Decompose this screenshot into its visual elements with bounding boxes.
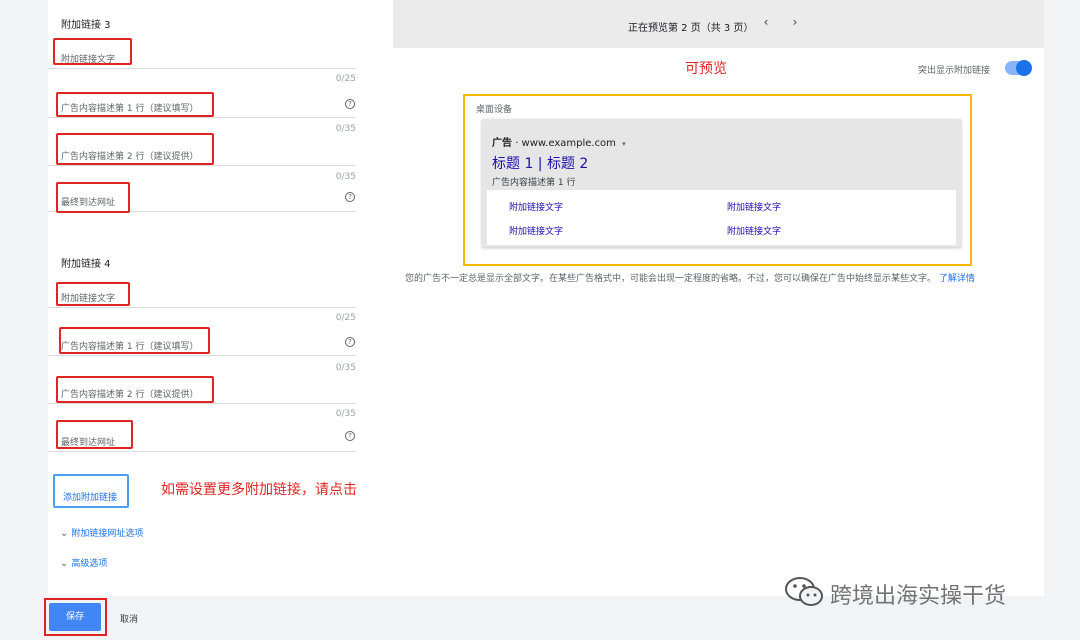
ad-display-url: · www.example.com xyxy=(515,138,616,149)
annotation-box xyxy=(56,133,214,165)
annotation-box xyxy=(56,92,214,117)
help-icon[interactable]: ? xyxy=(345,192,355,202)
sitelink3-text-counter: 0/25 xyxy=(335,74,356,84)
sitelink3-title: 附加链接 3 xyxy=(61,20,111,31)
watermark-text: 跨境出海实操干货 xyxy=(830,584,1007,609)
chevron-down-icon: ⌄ xyxy=(60,558,69,569)
annotation-box xyxy=(56,282,130,306)
chevron-down-icon: ⌄ xyxy=(60,528,69,539)
add-sitelink-annotation: 如需设置更多附加链接，请点击 xyxy=(161,482,357,498)
device-label: 桌面设备 xyxy=(476,105,513,115)
ad-preview-card: 广告 · www.example.com ▾ 标题 1 | 标题 2 广告内容描… xyxy=(482,119,961,247)
help-icon[interactable]: ? xyxy=(345,431,355,441)
add-sitelink-label: 添加附加链接 xyxy=(63,493,118,503)
sitelink4-desc1-counter: 0/35 xyxy=(335,363,356,373)
annotation-box xyxy=(56,420,133,449)
preview-pager: 正在预览第 2 页（共 3 页） ‹ › xyxy=(393,0,1044,48)
ad-badge: 广告 xyxy=(492,138,512,149)
sitelink3-desc2-counter: 0/35 xyxy=(335,172,356,182)
wechat-icon xyxy=(785,577,823,606)
toggle-knob xyxy=(1016,60,1032,76)
chevron-left-icon[interactable]: ‹ xyxy=(759,15,773,29)
highlight-sitelinks-toggle[interactable] xyxy=(1005,60,1032,76)
preview-highlight-frame: 桌面设备 广告 · www.example.com ▾ 标题 1 | 标题 2 … xyxy=(463,94,972,266)
ad-headline[interactable]: 标题 1 | 标题 2 xyxy=(492,153,588,173)
ad-url-line: 广告 · www.example.com ▾ xyxy=(492,134,626,149)
help-icon[interactable]: ? xyxy=(345,99,355,109)
sitelink3-desc1-counter: 0/35 xyxy=(335,124,356,134)
sitelink[interactable]: 附加链接文字 xyxy=(727,200,781,213)
cancel-button[interactable]: 取消 xyxy=(120,612,138,625)
sitelink-url-options-label: 附加链接网址选项 xyxy=(71,529,144,539)
annotation-box xyxy=(56,376,214,403)
help-icon[interactable]: ? xyxy=(345,337,355,347)
sitelink4-text-counter: 0/25 xyxy=(335,313,356,323)
sitelink-form-panel: 附加链接 3 附加链接文字 0/25 广告内容描述第 1 行（建议填写） ? 0… xyxy=(48,0,393,596)
highlight-sitelinks-label: 突出显示附加链接 xyxy=(918,66,991,76)
advanced-options-toggle[interactable]: ⌄ 高级选项 xyxy=(60,556,107,569)
annotation-box xyxy=(53,38,132,65)
preview-disclaimer: 您的广告不一定总是显示全部文字。在某些广告格式中，可能会出现一定程度的省略。不过… xyxy=(405,271,975,284)
add-sitelink-button[interactable]: 添加附加链接 xyxy=(53,474,129,508)
sitelink[interactable]: 附加链接文字 xyxy=(509,224,563,237)
advanced-options-label: 高级选项 xyxy=(71,559,108,569)
sitelink4-desc2-counter: 0/35 xyxy=(335,409,356,419)
annotation-box xyxy=(59,327,210,354)
sitelink4-title: 附加链接 4 xyxy=(61,259,111,270)
save-button[interactable]: 保存 xyxy=(49,603,101,631)
sitelinks-block: 附加链接文字 附加链接文字 附加链接文字 附加链接文字 xyxy=(487,190,956,245)
preview-annotation: 可预览 xyxy=(685,61,727,77)
chevron-right-icon[interactable]: › xyxy=(788,15,802,29)
sitelink[interactable]: 附加链接文字 xyxy=(727,224,781,237)
preview-page-status: 正在预览第 2 页（共 3 页） xyxy=(628,23,754,34)
annotation-box xyxy=(56,182,130,213)
ad-description: 广告内容描述第 1 行 xyxy=(492,178,576,188)
disclaimer-text: 您的广告不一定总是显示全部文字。在某些广告格式中，可能会出现一定程度的省略。不过… xyxy=(405,274,937,284)
ad-preview-panel: 正在预览第 2 页（共 3 页） ‹ › 可预览 突出显示附加链接 桌面设备 广… xyxy=(393,0,1044,596)
caret-down-icon: ▾ xyxy=(622,140,626,148)
learn-more-link[interactable]: 了解详情 xyxy=(939,274,975,284)
sitelink-url-options-toggle[interactable]: ⌄ 附加链接网址选项 xyxy=(60,526,143,539)
sitelink[interactable]: 附加链接文字 xyxy=(509,200,563,213)
